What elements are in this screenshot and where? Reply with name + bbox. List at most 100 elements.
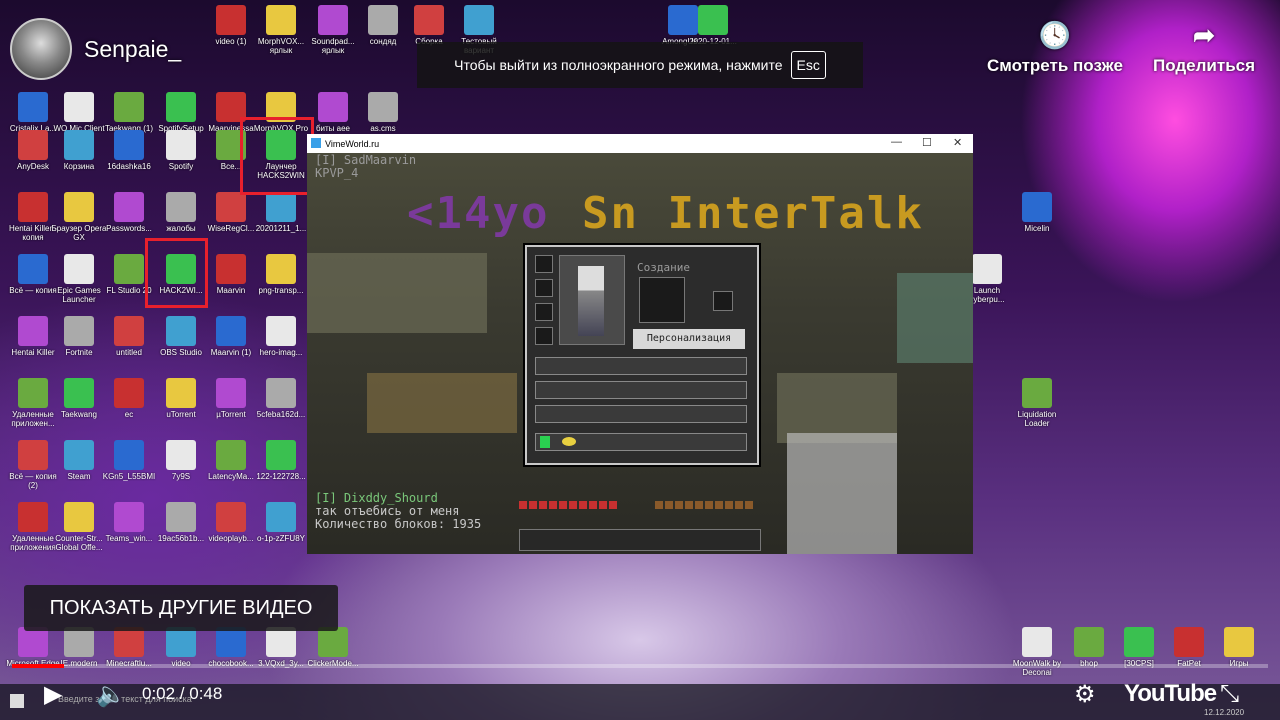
close-icon[interactable]: ✕	[953, 136, 962, 149]
desktop-icon[interactable]: o-1p-zZFU8Y	[252, 502, 310, 543]
highlight-box-hack	[145, 238, 208, 308]
desktop-icon-label: 5cfeba162d...	[256, 410, 306, 419]
channel-avatar[interactable]	[10, 18, 72, 80]
desktop-icon-image	[64, 378, 94, 408]
more-videos-button[interactable]: ПОКАЗАТЬ ДРУГИЕ ВИДЕО	[24, 585, 338, 631]
player-preview	[559, 255, 625, 345]
desktop-icon-label: png-transp...	[258, 286, 304, 295]
esc-key: Esc	[790, 51, 826, 79]
minimize-icon[interactable]: —	[891, 136, 902, 148]
desktop-icon-image	[114, 627, 144, 657]
time-display: 0:02 / 0:48	[142, 684, 223, 703]
fullscreen-notice: Чтобы выйти из полноэкранного режима, на…	[417, 42, 863, 88]
desktop-icon[interactable]: AmongUs...	[654, 5, 712, 46]
desktop-icon[interactable]: 16dashka16	[100, 130, 158, 171]
desktop-icon-label: Teams_win...	[105, 534, 153, 543]
game-viewport[interactable]: [I] SadMaarvin KPVP_4 <14yo Sn InterTalk…	[307, 153, 973, 554]
desktop-icon-image	[216, 378, 246, 408]
armor-slot[interactable]	[535, 255, 553, 273]
desktop-icon-image	[318, 92, 348, 122]
desktop-icon[interactable]: MorphVOX... ярлык	[252, 5, 310, 55]
desktop-icon[interactable]: png-transp...	[252, 254, 310, 295]
desktop-icon[interactable]: Teams_win...	[100, 502, 158, 543]
desktop-icon[interactable]: KGn5_L55BMI	[100, 440, 158, 481]
desktop-icon-label: o-1p-zZFU8Y	[256, 534, 305, 543]
share-label: Поделиться	[1153, 56, 1256, 75]
nametag-left: <14yo	[407, 188, 550, 239]
result-slot[interactable]	[713, 291, 733, 311]
channel-info[interactable]: Senpaie_	[10, 18, 181, 80]
desktop-icon[interactable]: Taekwang (1)	[100, 92, 158, 133]
desktop-icon-image	[216, 316, 246, 346]
desktop-icon-image	[266, 378, 296, 408]
desktop-icon-image	[64, 130, 94, 160]
desktop-icon[interactable]: Minecraftlu...	[100, 627, 158, 668]
desktop-icon[interactable]: Liquidation Loader	[1008, 378, 1066, 428]
inventory-row[interactable]	[535, 405, 747, 423]
desktop-icon-image	[166, 130, 196, 160]
desktop-icon-image	[216, 627, 246, 657]
crafting-slot[interactable]	[639, 277, 685, 323]
desktop-icon[interactable]: ClickerMode...	[304, 627, 362, 668]
desktop-icon-image	[318, 627, 348, 657]
volume-icon[interactable]: 🔈	[96, 680, 126, 709]
inventory-panel[interactable]: Создание Персонализация	[525, 245, 759, 465]
window-titlebar[interactable]: VimeWorld.ru — ☐ ✕	[307, 134, 973, 153]
desktop-icon-image	[216, 502, 246, 532]
exit-fullscreen-icon[interactable]: ⤡	[1220, 680, 1239, 708]
desktop-icon[interactable]: Passwords...	[100, 192, 158, 233]
desktop-icon-image	[18, 502, 48, 532]
armor-slot[interactable]	[535, 303, 553, 321]
watch-later-label: Смотреть позже	[987, 56, 1123, 75]
desktop-icon[interactable]: Micelin	[1008, 192, 1066, 233]
desktop-icon[interactable]: 122-122728...	[252, 440, 310, 481]
armor-slot[interactable]	[535, 279, 553, 297]
desktop-icon[interactable]: 5cfeba162d...	[252, 378, 310, 419]
desktop-icon[interactable]: 20201211_1...	[252, 192, 310, 233]
desktop-icon-image	[166, 627, 196, 657]
share-button[interactable]: ➦ Поделиться	[1153, 18, 1255, 76]
desktop-icon-image	[166, 502, 196, 532]
desktop-icon-image	[1022, 627, 1052, 657]
desktop-icon-image	[18, 440, 48, 470]
desktop-icon-image	[64, 502, 94, 532]
inventory-row[interactable]	[535, 381, 747, 399]
personalize-button[interactable]: Персонализация	[633, 329, 745, 349]
vimeworld-window[interactable]: VimeWorld.ru — ☐ ✕ [I] SadMaarvin KPVP_4…	[307, 134, 973, 554]
desktop-icon[interactable]: as.cms	[354, 92, 412, 133]
nametag-right: Sn InterTalk	[582, 188, 924, 239]
play-icon[interactable]: ▶	[44, 680, 62, 709]
desktop-icon[interactable]: Игры	[1210, 627, 1268, 668]
desktop-icon-image	[114, 502, 144, 532]
desktop-icon[interactable]: 3.VQxd_3y...	[252, 627, 310, 668]
desktop-icon-image	[114, 192, 144, 222]
channel-name[interactable]: Senpaie_	[84, 36, 181, 63]
youtube-logo[interactable]: YouTube	[1124, 680, 1217, 708]
watch-later-button[interactable]: 🕓 Смотреть позже	[987, 18, 1123, 76]
desktop-icon-label: untitled	[116, 348, 142, 357]
desktop-icon[interactable]: ec	[100, 378, 158, 419]
settings-gear-icon[interactable]: ⚙	[1074, 680, 1096, 709]
maximize-icon[interactable]: ☐	[922, 136, 932, 149]
inventory-row[interactable]	[535, 357, 747, 375]
chat-line-2: так отъебись от меня	[315, 504, 460, 518]
hotbar-row[interactable]	[535, 433, 747, 451]
desktop-icon-label: as.cms	[370, 124, 396, 133]
game-hotbar[interactable]	[519, 529, 761, 551]
windows-start-icon[interactable]	[10, 694, 24, 708]
highlight-box-launcher	[240, 117, 314, 195]
desktop-icon-image	[1074, 627, 1104, 657]
desktop-icon-image	[166, 378, 196, 408]
video-progress-bar[interactable]	[12, 664, 1268, 668]
desktop-icon[interactable]: MoonWalk by Deconai	[1008, 627, 1066, 677]
desktop-icon[interactable]: hero-imag...	[252, 316, 310, 357]
desktop-icon-image	[464, 5, 494, 35]
desktop-icon-image	[1174, 627, 1204, 657]
desktop-icon-label: Micelin	[1024, 224, 1050, 233]
desktop-icon[interactable]: untitled	[100, 316, 158, 357]
desktop-icon-label: Passwords...	[106, 224, 152, 233]
armor-slot[interactable]	[535, 327, 553, 345]
desktop-icon-image	[64, 92, 94, 122]
desktop-icon-image	[166, 92, 196, 122]
desktop-icon-image	[216, 254, 246, 284]
